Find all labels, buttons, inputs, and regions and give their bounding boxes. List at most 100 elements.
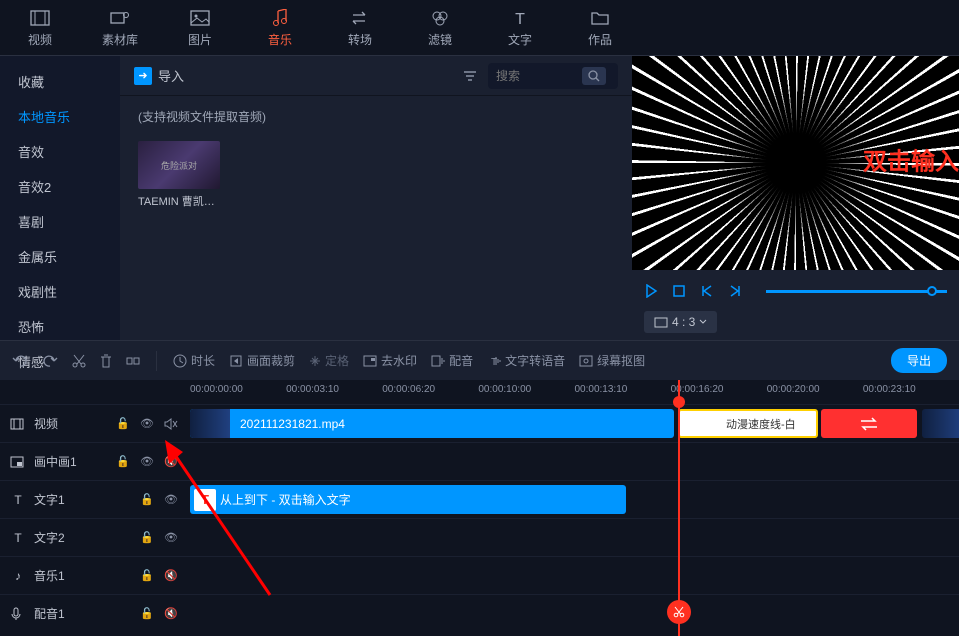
- track-music1: ♪ 音乐1 🔓 🔇: [0, 556, 959, 594]
- import-button[interactable]: ➜ 导入: [134, 66, 184, 85]
- tab-filter[interactable]: 滤镜: [400, 0, 480, 55]
- anime-clip[interactable]: 动漫速度线-白: [678, 409, 818, 438]
- sidebar-item-local-music[interactable]: 本地音乐: [0, 99, 120, 134]
- transition-clip[interactable]: [821, 409, 917, 438]
- video-clip[interactable]: 202111231821.mp4: [190, 409, 674, 438]
- mute-icon[interactable]: 🔇: [164, 455, 180, 468]
- stop-button[interactable]: [672, 284, 686, 298]
- swap-icon: [859, 417, 879, 431]
- lock-icon[interactable]: 🔓: [140, 607, 156, 620]
- film-icon: [10, 418, 26, 430]
- time-tick: 00:00:06:20: [382, 380, 478, 404]
- mute-icon[interactable]: 🔇: [164, 569, 180, 582]
- folder-icon: [590, 8, 610, 28]
- time-tick: 00:00:00:00: [190, 380, 286, 404]
- lock-icon[interactable]: 🔓: [116, 455, 132, 468]
- time-tick: 00:00:16:20: [671, 380, 767, 404]
- prev-button[interactable]: [700, 284, 714, 298]
- cut-button[interactable]: [72, 354, 86, 368]
- sidebar-item-metal[interactable]: 金属乐: [0, 239, 120, 274]
- preview-canvas[interactable]: 双击输入: [632, 56, 959, 270]
- media-panel: ➜ 导入 (支持视频文件提取音频) 危险派对 TAEMIN 曹凯伦 ...: [120, 56, 632, 340]
- tts-button[interactable]: T文字转语音: [487, 352, 565, 369]
- clip-label: 从上到下 - 双击输入文字: [220, 491, 351, 508]
- time-tick: 00:00:20:00: [767, 380, 863, 404]
- lock-icon[interactable]: 🔓: [140, 493, 156, 506]
- crop-button[interactable]: 画面裁剪: [229, 352, 295, 369]
- eye-icon[interactable]: 👁: [140, 417, 156, 430]
- aspect-ratio-select[interactable]: 4 : 3: [644, 311, 717, 333]
- time-ruler[interactable]: 00:00:00:00 00:00:03:10 00:00:06:20 00:0…: [0, 380, 959, 404]
- media-item[interactable]: 危险派对 TAEMIN 曹凯伦 ...: [138, 141, 220, 209]
- chromakey-button[interactable]: 绿幕抠图: [579, 352, 645, 369]
- eye-icon[interactable]: 👁: [140, 455, 156, 468]
- edit-toolbar: 时长 画面裁剪 定格 去水印 配音 T文字转语音 绿幕抠图 导出: [0, 340, 959, 380]
- tab-transition[interactable]: 转场: [320, 0, 400, 55]
- text-clip[interactable]: T 从上到下 - 双击输入文字: [190, 485, 626, 514]
- search-button[interactable]: [582, 67, 606, 85]
- video-clip-2[interactable]: [922, 409, 959, 438]
- tab-library[interactable]: 素材库: [80, 0, 160, 55]
- folder-plus-icon: ➜: [134, 67, 152, 85]
- music-icon: ♪: [10, 569, 26, 583]
- tab-label: 图片: [188, 31, 212, 48]
- lock-icon[interactable]: 🔓: [140, 569, 156, 582]
- playhead-handle: [673, 396, 685, 408]
- play-button[interactable]: [644, 284, 658, 298]
- sidebar-item-comedy[interactable]: 喜剧: [0, 204, 120, 239]
- clip-thumbnail: [190, 409, 230, 438]
- track-label: 文字2: [34, 529, 132, 546]
- clip-label: 动漫速度线-白: [722, 416, 816, 432]
- watermark-button[interactable]: 去水印: [363, 352, 417, 369]
- sidebar-item-drama[interactable]: 戏剧性: [0, 274, 120, 309]
- redo-button[interactable]: [42, 354, 58, 368]
- undo-button[interactable]: [12, 354, 28, 368]
- delete-button[interactable]: [100, 354, 112, 368]
- tab-works[interactable]: 作品: [560, 0, 640, 55]
- playhead[interactable]: [678, 380, 680, 636]
- filter-icon: [430, 8, 450, 28]
- pip-icon: [10, 456, 26, 468]
- sidebar-item-horror[interactable]: 恐怖: [0, 309, 120, 344]
- sidebar-item-sfx2[interactable]: 音效2: [0, 169, 120, 204]
- duration-button[interactable]: 时长: [173, 352, 215, 369]
- sidebar-item-sfx[interactable]: 音效: [0, 134, 120, 169]
- sidebar: 收藏 本地音乐 音效 音效2 喜剧 金属乐 戏剧性 恐怖 情感 正能量: [0, 56, 120, 340]
- time-tick: 00:00:10:00: [478, 380, 574, 404]
- mute-icon[interactable]: 🔇: [164, 607, 180, 620]
- next-button[interactable]: [728, 284, 742, 298]
- timeline: 00:00:00:00 00:00:03:10 00:00:06:20 00:0…: [0, 380, 959, 636]
- freeze-button[interactable]: 定格: [309, 352, 349, 369]
- tab-label: 转场: [348, 31, 372, 48]
- media-thumbnail: 危险派对: [138, 141, 220, 189]
- search-input[interactable]: [496, 69, 576, 83]
- chevron-down-icon: [699, 319, 707, 325]
- seek-slider[interactable]: [766, 290, 947, 293]
- tab-label: 素材库: [102, 31, 138, 48]
- scissors-icon: [673, 606, 685, 618]
- tab-video[interactable]: 视频: [0, 0, 80, 55]
- tab-image[interactable]: 图片: [160, 0, 240, 55]
- track-text1: T 文字1 🔓 👁 T 从上到下 - 双击输入文字: [0, 480, 959, 518]
- eye-icon[interactable]: 👁: [164, 531, 180, 544]
- tab-label: 滤镜: [428, 31, 452, 48]
- tab-music[interactable]: 音乐: [240, 0, 320, 55]
- media-label: TAEMIN 曹凯伦 ...: [138, 193, 220, 209]
- track-label: 视频: [34, 415, 108, 432]
- tab-text[interactable]: T 文字: [480, 0, 560, 55]
- lock-icon[interactable]: 🔓: [116, 417, 132, 430]
- dubbing-button[interactable]: 配音: [431, 352, 473, 369]
- track-video: 视频 🔓 👁 202111231821.mp4 动漫速度线-白: [0, 404, 959, 442]
- sidebar-item-favorites[interactable]: 收藏: [0, 64, 120, 99]
- sort-icon[interactable]: [462, 69, 478, 83]
- top-tabs: 视频 素材库 图片 音乐 转场 滤镜 T 文字 作品: [0, 0, 959, 56]
- split-button[interactable]: [126, 354, 140, 368]
- eye-icon[interactable]: 👁: [164, 493, 180, 506]
- clip-thumbnail: [922, 409, 959, 438]
- text-icon: T: [510, 8, 530, 28]
- cut-at-playhead-button[interactable]: [667, 600, 691, 624]
- track-pip1: 画中画1 🔓 👁 🔇: [0, 442, 959, 480]
- mute-icon[interactable]: [164, 418, 180, 430]
- export-button[interactable]: 导出: [891, 348, 947, 373]
- lock-icon[interactable]: 🔓: [140, 531, 156, 544]
